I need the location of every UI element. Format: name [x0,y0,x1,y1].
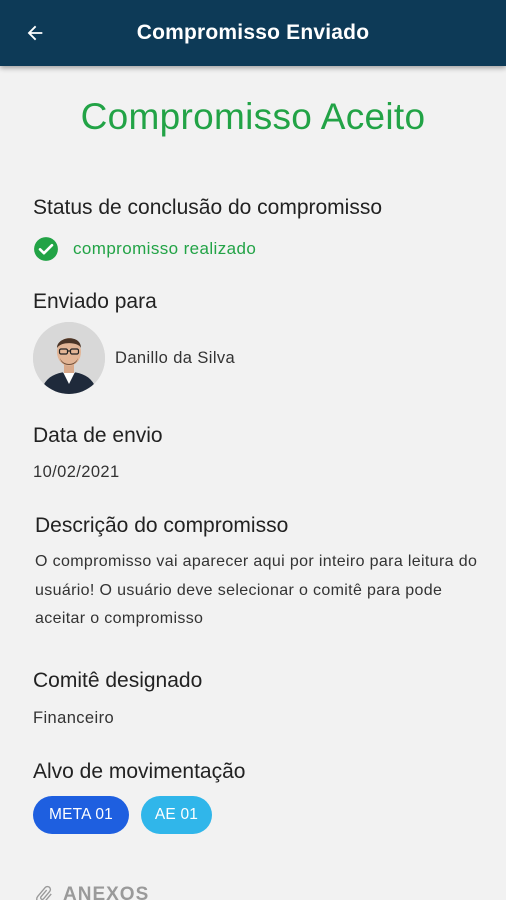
status-section-title: Status de conclusão do compromisso [33,196,383,219]
chip-meta-01[interactable]: META 01 [33,796,129,834]
arrow-left-icon [27,25,43,41]
attachments-button[interactable]: ANEXOS [33,884,149,900]
back-button[interactable] [20,18,50,48]
target-chips: META 01 AE 01 [33,796,224,834]
commitment-details: Compromisso Aceito Status de conclusão d… [0,66,506,900]
committee-section-title: Comitê designado [33,669,203,692]
attachments-label: ANEXOS [63,884,150,900]
check-circle-icon [34,237,58,261]
recipient-row: Danillo da Silva [33,322,235,394]
status-row: compromisso realizado [33,236,256,262]
send-date: 10/02/2021 [33,463,120,481]
avatar [33,322,105,394]
app-bar-title: Compromisso Enviado [136,21,370,44]
date-section-title: Data de envio [33,424,163,447]
recipient-name: Danillo da Silva [115,348,236,367]
chip-ae-01[interactable]: AE 01 [141,796,212,834]
app-bar: Compromisso Enviado [0,0,506,66]
status-value: compromisso realizado [73,239,257,258]
description-text: O compromisso vai aparecer aqui por inte… [35,553,478,627]
page-title: Compromisso Aceito [80,96,426,137]
description-section-title: Descrição do compromisso [35,514,289,537]
committee-value: Financeiro [33,709,115,727]
paperclip-icon [36,885,52,900]
target-section-title: Alvo de movimentação [33,760,246,783]
recipient-section-title: Enviado para [33,290,157,313]
